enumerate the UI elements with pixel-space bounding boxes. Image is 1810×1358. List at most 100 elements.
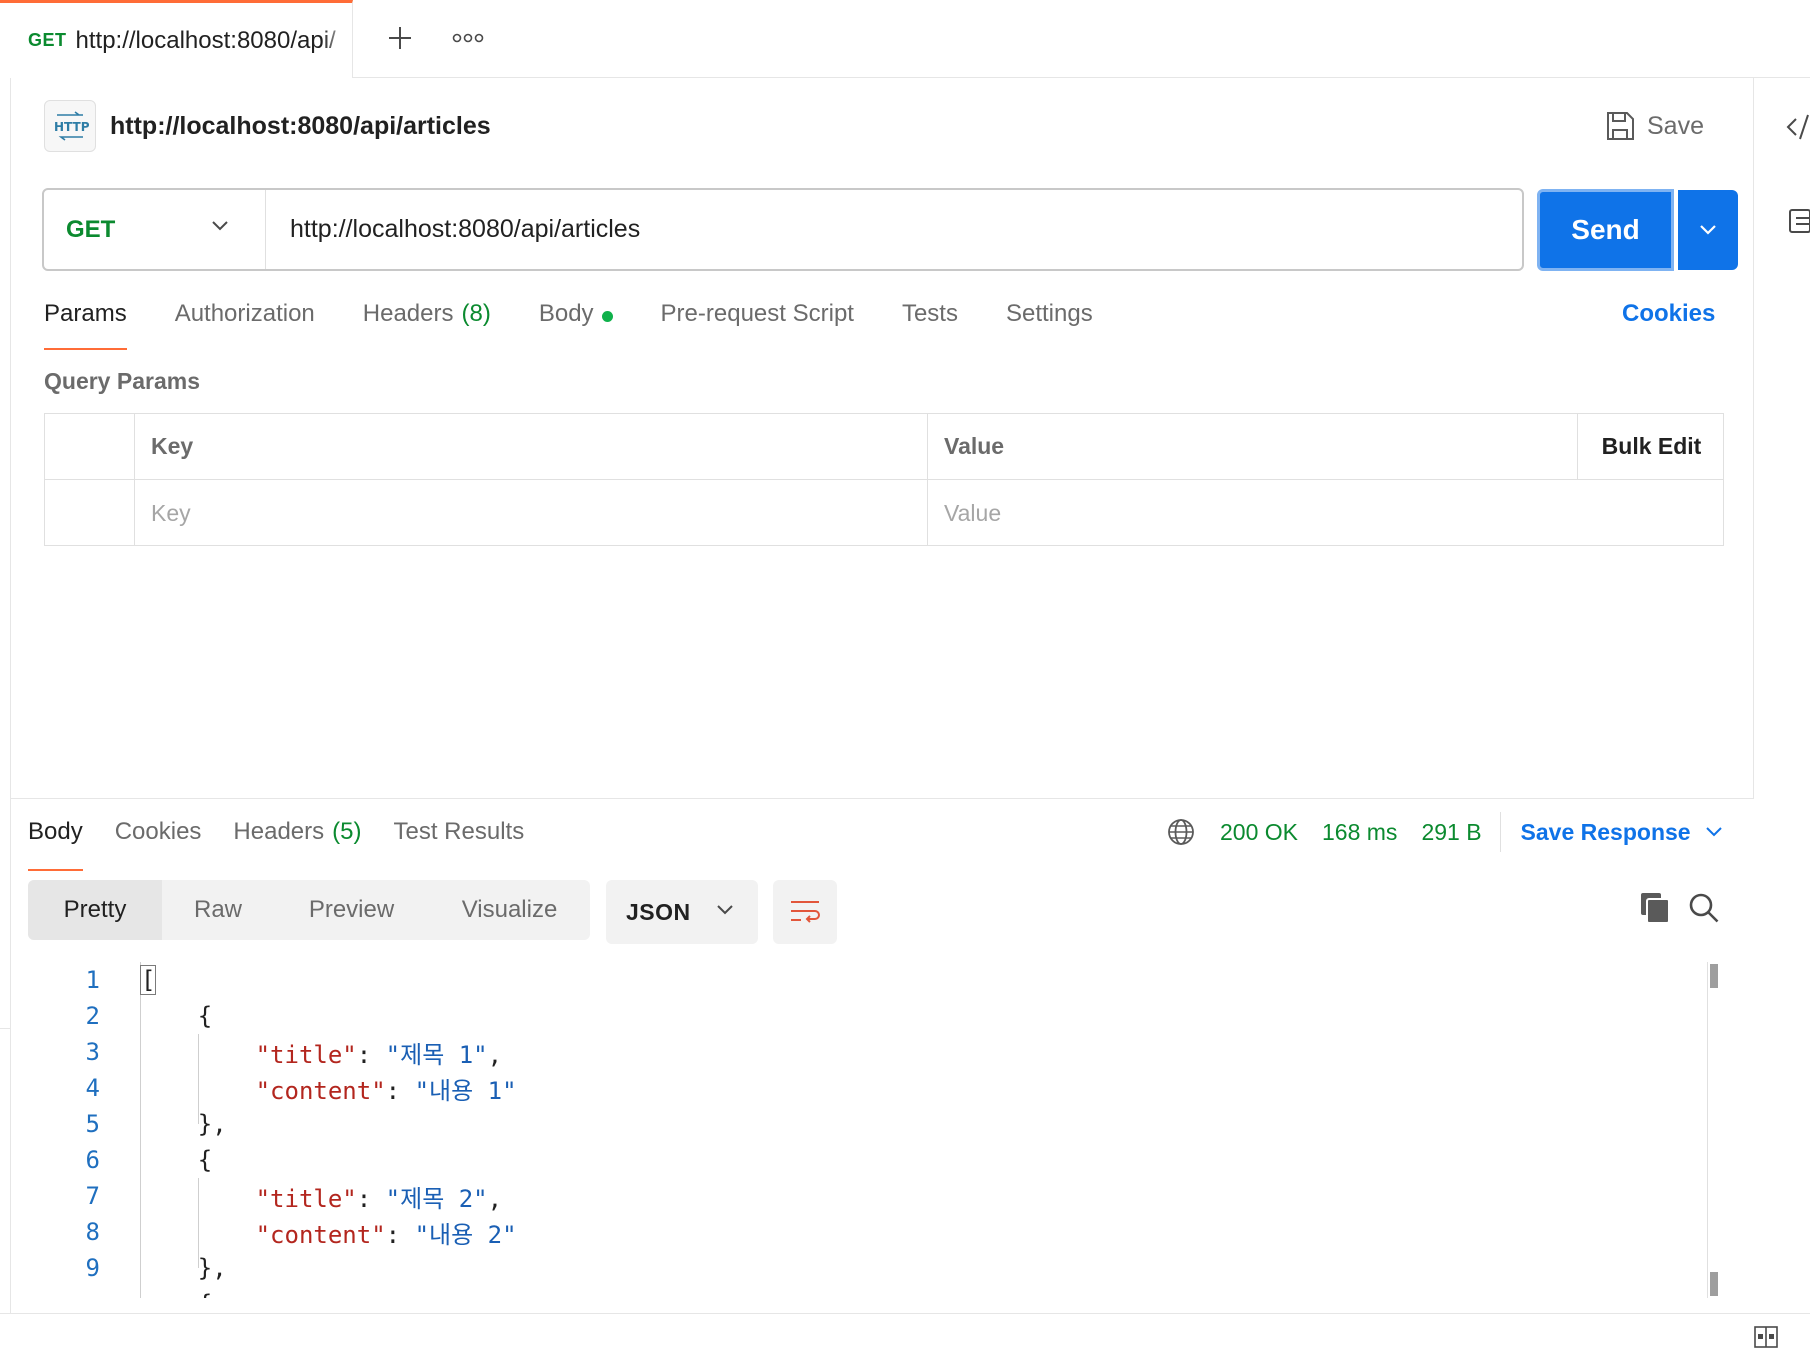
tab-title: http://localhost:8080/api/ [75, 26, 336, 54]
tab-settings[interactable]: Settings [1006, 300, 1093, 348]
layout-icon[interactable] [1753, 1324, 1779, 1350]
view-raw[interactable]: Raw [162, 880, 274, 940]
code-text: }, [140, 1254, 227, 1282]
key-column-header: Key [135, 414, 928, 479]
status-code[interactable]: 200 OK [1220, 819, 1298, 846]
code-text: "title": "제목 2", [255, 1184, 503, 1213]
save-label: Save [1647, 111, 1704, 140]
value-input[interactable] [944, 499, 1725, 527]
more-tabs-button[interactable] [448, 18, 488, 58]
send-button[interactable]: Send [1537, 189, 1674, 271]
method-select[interactable]: GET [44, 190, 266, 269]
request-tab[interactable]: GET http://localhost:8080/api/ [0, 0, 353, 78]
plus-icon [389, 27, 411, 49]
tab-method: GET [28, 30, 67, 50]
response-headers-count: (5) [332, 818, 362, 845]
response-tabs: Body Cookies Headers (5) Test Results [28, 818, 556, 871]
json-key: title [270, 1040, 343, 1069]
meta-separator [1499, 812, 1501, 852]
code-text: { [140, 1290, 212, 1298]
response-time[interactable]: 168 ms [1322, 819, 1397, 846]
request-title[interactable]: http://localhost:8080/api/articles [110, 112, 491, 141]
wrap-lines-icon [791, 901, 820, 923]
bulk-edit-button[interactable]: Bulk Edit [1578, 414, 1725, 479]
key-input[interactable] [151, 499, 927, 527]
code-line: { [28, 1286, 1713, 1298]
response-tab-headers[interactable]: Headers (5) [233, 818, 361, 863]
wrap-lines-button[interactable] [773, 880, 837, 944]
response-tab-cookies[interactable]: Cookies [115, 818, 202, 863]
code-text: [ [140, 965, 157, 995]
format-value: JSON [626, 898, 691, 925]
code-line: 6 { [28, 1142, 1713, 1178]
method-value: GET [66, 215, 116, 243]
json-value: 제목 2 [400, 1184, 474, 1213]
status-bar [0, 1313, 1810, 1358]
globe-icon[interactable] [1166, 817, 1196, 847]
line-number: 8 [85, 1218, 100, 1246]
code-text: { [140, 1146, 213, 1174]
save-button[interactable]: Save [1605, 106, 1704, 146]
tab-label: Cookies [114, 818, 202, 845]
tab-label: Settings [1005, 300, 1093, 327]
svg-text:HTTP: HTTP [54, 120, 89, 134]
response-tab-test-results[interactable]: Test Results [393, 818, 524, 863]
code-text: "content": "내용 2" [255, 1220, 517, 1249]
info-icon[interactable] [1788, 206, 1810, 236]
chevron-down-icon [717, 905, 733, 915]
chevron-down-icon [1705, 827, 1722, 837]
tab-pre-request-script[interactable]: Pre-request Script [661, 300, 854, 348]
code-line: 5 }, [28, 1106, 1713, 1142]
tab-label: Body [538, 300, 594, 327]
save-response-label: Save Response [1520, 818, 1691, 845]
line-number: 4 [85, 1074, 100, 1102]
table-row [45, 480, 1725, 546]
code-line: 2 { [28, 998, 1713, 1034]
view-mode-tabs: Pretty Raw Preview Visualize [28, 880, 590, 940]
code-line: 3 "title": "제목 1", [28, 1034, 1713, 1070]
line-number: 3 [85, 1038, 100, 1066]
tab-label: Headers [233, 818, 325, 845]
tab-strip: GET http://localhost:8080/api/ [0, 0, 1810, 78]
tab-authorization[interactable]: Authorization [175, 300, 315, 348]
save-icon [1607, 112, 1634, 140]
code-line: 7 "title": "제목 2", [28, 1178, 1713, 1214]
table-header-row: Key Value Bulk Edit [45, 414, 1723, 480]
chevron-down-icon [1700, 225, 1716, 235]
format-select[interactable]: JSON [606, 880, 758, 944]
copy-icon[interactable] [1638, 890, 1674, 926]
editor-scrollbar[interactable] [1707, 962, 1718, 1298]
tab-fade [322, 3, 352, 78]
tab-body[interactable]: Body [539, 300, 613, 348]
view-preview[interactable]: Preview [274, 880, 429, 940]
code-line: 1 [ [28, 962, 1713, 998]
view-visualize[interactable]: Visualize [429, 880, 590, 940]
tab-label: Pre-request Script [660, 300, 854, 327]
tab-label: Body [28, 818, 83, 845]
response-tab-body[interactable]: Body [28, 818, 83, 871]
json-key: title [270, 1184, 343, 1213]
tab-tests[interactable]: Tests [902, 300, 958, 348]
right-sidebar [1754, 78, 1810, 798]
query-params-label: Query Params [44, 368, 200, 394]
request-tabs: Params Authorization Headers (8) Body Pre… [44, 300, 1141, 350]
send-options-button[interactable] [1678, 190, 1738, 270]
new-tab-button[interactable] [380, 18, 420, 58]
response-size[interactable]: 291 B [1421, 819, 1481, 846]
view-pretty[interactable]: Pretty [28, 880, 162, 940]
json-key: content [270, 1076, 372, 1105]
code-text: "title": "제목 1", [255, 1040, 503, 1069]
json-value: 내용 2 [429, 1220, 503, 1249]
url-input[interactable] [266, 190, 1522, 269]
save-response-button[interactable]: Save Response [1521, 819, 1723, 846]
code-icon[interactable] [1786, 112, 1810, 142]
url-bar: GET [42, 188, 1524, 271]
left-gap-line [0, 1028, 10, 1029]
response-divider[interactable] [10, 798, 1754, 799]
response-body-editor[interactable]: 1 [ 2 { 3 "title": "제목 1", 4 "content": … [28, 962, 1713, 1298]
tab-headers[interactable]: Headers (8) [363, 300, 491, 348]
search-icon[interactable] [1686, 890, 1722, 926]
tab-params[interactable]: Params [44, 300, 127, 350]
cookies-link[interactable]: Cookies [1622, 300, 1715, 328]
body-indicator-dot [601, 311, 613, 322]
